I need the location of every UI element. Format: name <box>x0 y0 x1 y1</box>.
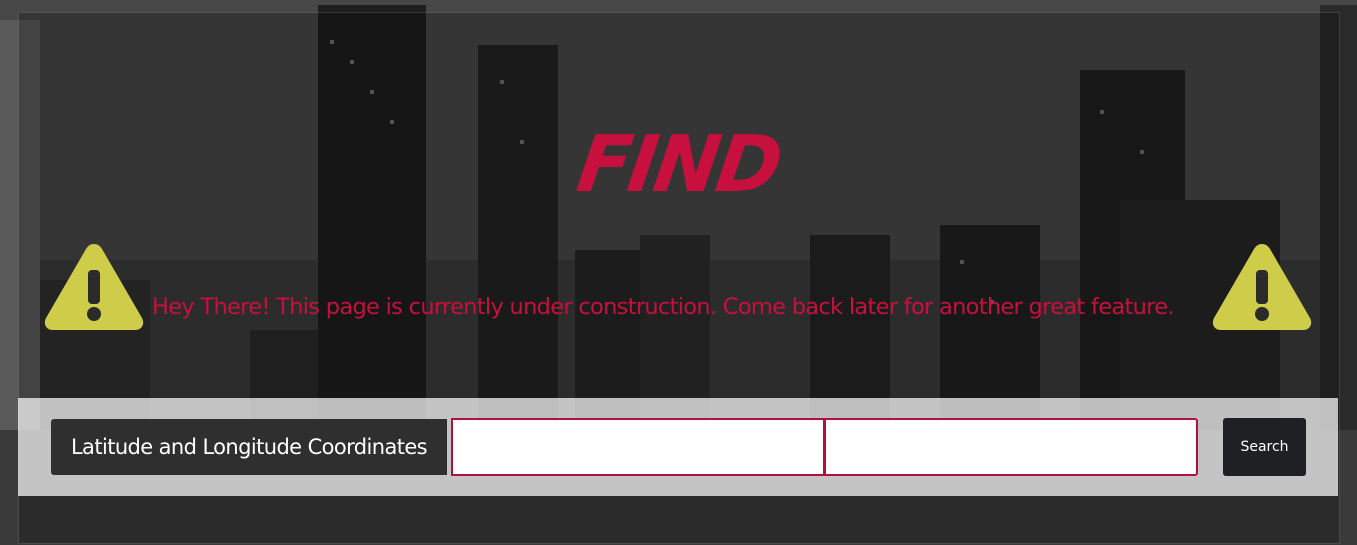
construction-notice-text: Hey There! This page is currently under … <box>152 294 1174 320</box>
longitude-input[interactable] <box>826 420 1196 474</box>
page-title: FIND <box>572 120 785 210</box>
warning-triangle-icon <box>42 240 146 332</box>
coordinate-search-bar: Latitude and Longitude Coordinates Searc… <box>18 398 1338 496</box>
longitude-field[interactable] <box>824 418 1198 476</box>
warning-triangle-icon <box>1210 240 1314 332</box>
latitude-input[interactable] <box>453 420 823 474</box>
latitude-field[interactable] <box>451 418 825 476</box>
coordinates-label: Latitude and Longitude Coordinates <box>51 419 447 475</box>
construction-notice: Hey There! This page is currently under … <box>42 240 1314 335</box>
search-button[interactable]: Search <box>1223 418 1306 476</box>
